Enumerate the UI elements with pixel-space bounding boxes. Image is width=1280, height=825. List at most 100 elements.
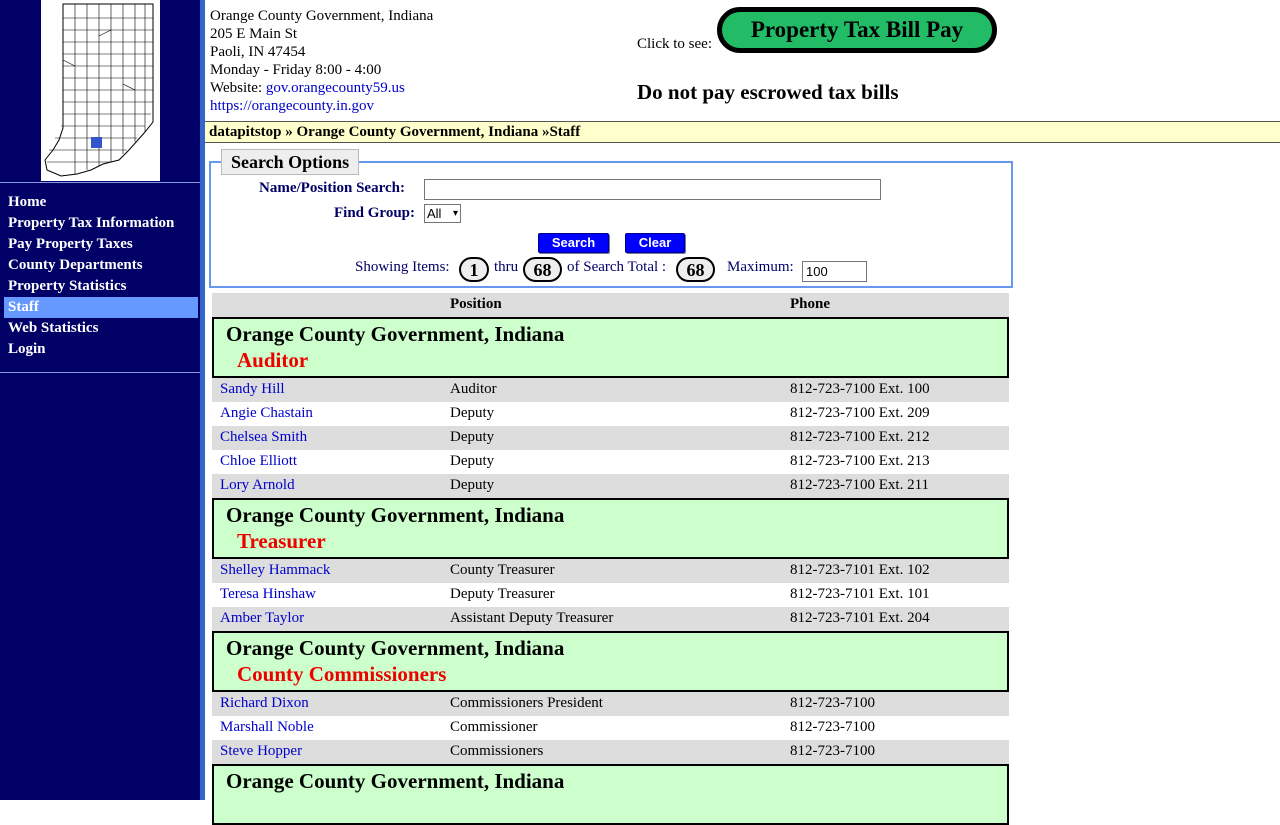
website-link[interactable]: gov.orangecounty59.us <box>266 80 405 96</box>
sidebar-item-web-statistics[interactable]: Web Statistics <box>4 318 198 339</box>
group-department: Auditor <box>237 348 309 372</box>
table-row: Angie Chastain Deputy 812-723-7100 Ext. … <box>212 402 1009 426</box>
staff-phone: 812-723-7100 Ext. 212 <box>790 429 930 445</box>
website-label: Website: <box>210 80 266 96</box>
showing-items-label: Showing Items: <box>355 259 450 275</box>
showing-from-count: 1 <box>459 257 489 282</box>
staff-phone: 812-723-7101 Ext. 101 <box>790 586 930 602</box>
staff-position: Commissioner <box>450 719 538 735</box>
staff-phone: 812-723-7101 Ext. 102 <box>790 562 930 578</box>
staff-position: Deputy <box>450 477 495 493</box>
staff-name-link[interactable]: Lory Arnold <box>220 477 295 493</box>
office-hours: Monday - Friday 8:00 - 4:00 <box>210 62 382 78</box>
find-group-select[interactable]: All ▾ <box>424 204 461 223</box>
org-name: Orange County Government, Indiana <box>210 8 434 24</box>
thru-label: thru <box>494 259 519 275</box>
department-group-header: Orange County Government, Indiana <box>212 764 1009 825</box>
clear-button[interactable]: Clear <box>625 233 685 253</box>
escrow-notice: Do not pay escrowed tax bills <box>637 80 899 104</box>
table-row: Amber Taylor Assistant Deputy Treasurer … <box>212 607 1009 631</box>
name-position-search-label: Name/Position Search: <box>259 180 405 196</box>
property-tax-bill-pay-button[interactable]: Property Tax Bill Pay <box>717 7 997 53</box>
staff-name-link[interactable]: Shelley Hammack <box>220 562 330 578</box>
table-row: Steve Hopper Commissioners 812-723-7100 <box>212 740 1009 764</box>
sidebar-divider-top <box>0 182 200 183</box>
staff-position: Deputy <box>450 453 495 469</box>
staff-phone: 812-723-7100 <box>790 743 875 759</box>
table-row: Sandy Hill Auditor 812-723-7100 Ext. 100 <box>212 378 1009 402</box>
table-row: Richard Dixon Commissioners President 81… <box>212 692 1009 716</box>
indiana-map-image <box>44 3 154 177</box>
find-group-label: Find Group: <box>334 205 415 221</box>
staff-position: Commissioners President <box>450 695 603 711</box>
table-row: Chelsea Smith Deputy 812-723-7100 Ext. 2… <box>212 426 1009 450</box>
sidebar-item-pay-property-taxes[interactable]: Pay Property Taxes <box>4 234 198 255</box>
group-org: Orange County Government, Indiana <box>226 769 565 793</box>
search-total-label: of Search Total : <box>567 259 667 275</box>
staff-phone: 812-723-7100 Ext. 209 <box>790 405 930 421</box>
sidebar-divider-bottom <box>0 372 200 373</box>
staff-name-link[interactable]: Sandy Hill <box>220 381 285 397</box>
department-group-header: Orange County Government, Indiana Audito… <box>212 317 1009 378</box>
table-row: Marshall Noble Commissioner 812-723-7100 <box>212 716 1009 740</box>
sidebar-item-home[interactable]: Home <box>4 192 198 213</box>
website-line: Website: gov.orangecounty59.us <box>210 79 433 97</box>
group-org: Orange County Government, Indiana <box>226 636 565 660</box>
header-phone: Phone <box>790 296 831 312</box>
orange-county-highlight <box>91 137 102 148</box>
sidebar-nav: Home Property Tax Information Pay Proper… <box>4 192 198 360</box>
maximum-label: Maximum: <box>727 259 794 275</box>
alt-website-link[interactable]: https://orangecounty.in.gov <box>210 98 374 114</box>
maximum-input[interactable]: 100 <box>802 261 867 282</box>
find-group-value: All <box>427 206 442 221</box>
sidebar-item-property-statistics[interactable]: Property Statistics <box>4 276 198 297</box>
sidebar-item-staff[interactable]: Staff <box>4 297 198 318</box>
staff-phone: 812-723-7100 <box>790 719 875 735</box>
table-row: Lory Arnold Deputy 812-723-7100 Ext. 211 <box>212 474 1009 498</box>
search-button[interactable]: Search <box>538 233 609 253</box>
staff-name-link[interactable]: Steve Hopper <box>220 743 302 759</box>
sidebar-item-property-tax-information[interactable]: Property Tax Information <box>4 213 198 234</box>
table-row: Shelley Hammack County Treasurer 812-723… <box>212 559 1009 583</box>
staff-name-link[interactable]: Angie Chastain <box>220 405 313 421</box>
sidebar: Home Property Tax Information Pay Proper… <box>0 0 200 800</box>
department-group-header: Orange County Government, Indiana Treasu… <box>212 498 1009 559</box>
street-address: 205 E Main St <box>210 26 298 42</box>
sidebar-edge-rule <box>200 0 205 800</box>
click-to-see-label: Click to see: <box>637 36 712 52</box>
group-department: Treasurer <box>237 529 326 553</box>
staff-phone: 812-723-7100 Ext. 213 <box>790 453 930 469</box>
city-state-zip: Paoli, IN 47454 <box>210 44 306 60</box>
staff-phone: 812-723-7100 Ext. 211 <box>790 477 930 493</box>
sidebar-item-county-departments[interactable]: County Departments <box>4 255 198 276</box>
table-header-row: Position Phone <box>212 293 1009 317</box>
staff-phone: 812-723-7100 Ext. 100 <box>790 381 930 397</box>
header-position: Position <box>450 296 502 312</box>
breadcrumb: datapitstop » Orange County Government, … <box>205 121 1280 143</box>
group-org: Orange County Government, Indiana <box>226 322 565 346</box>
staff-phone: 812-723-7100 <box>790 695 875 711</box>
group-department: County Commissioners <box>237 662 447 686</box>
staff-phone: 812-723-7101 Ext. 204 <box>790 610 930 626</box>
staff-position: Commissioners <box>450 743 544 759</box>
staff-name-link[interactable]: Richard Dixon <box>220 695 309 711</box>
staff-position: Assistant Deputy Treasurer <box>450 610 614 626</box>
staff-name-link[interactable]: Marshall Noble <box>220 719 314 735</box>
staff-position: County Treasurer <box>450 562 555 578</box>
name-position-search-input[interactable] <box>424 179 881 200</box>
staff-table: Position Phone Orange County Government,… <box>212 293 1009 825</box>
staff-position: Deputy <box>450 405 495 421</box>
sidebar-item-login[interactable]: Login <box>4 339 198 360</box>
group-org: Orange County Government, Indiana <box>226 503 565 527</box>
county-address-block: Orange County Government, Indiana 205 E … <box>210 7 433 115</box>
staff-name-link[interactable]: Amber Taylor <box>220 610 304 626</box>
table-row: Chloe Elliott Deputy 812-723-7100 Ext. 2… <box>212 450 1009 474</box>
search-total-count: 68 <box>676 257 715 282</box>
staff-position: Auditor <box>450 381 497 397</box>
staff-name-link[interactable]: Teresa Hinshaw <box>220 586 316 602</box>
staff-name-link[interactable]: Chelsea Smith <box>220 429 307 445</box>
search-options-legend: Search Options <box>221 149 360 175</box>
staff-name-link[interactable]: Chloe Elliott <box>220 453 297 469</box>
indiana-county-map[interactable] <box>41 0 160 181</box>
staff-position: Deputy <box>450 429 495 445</box>
